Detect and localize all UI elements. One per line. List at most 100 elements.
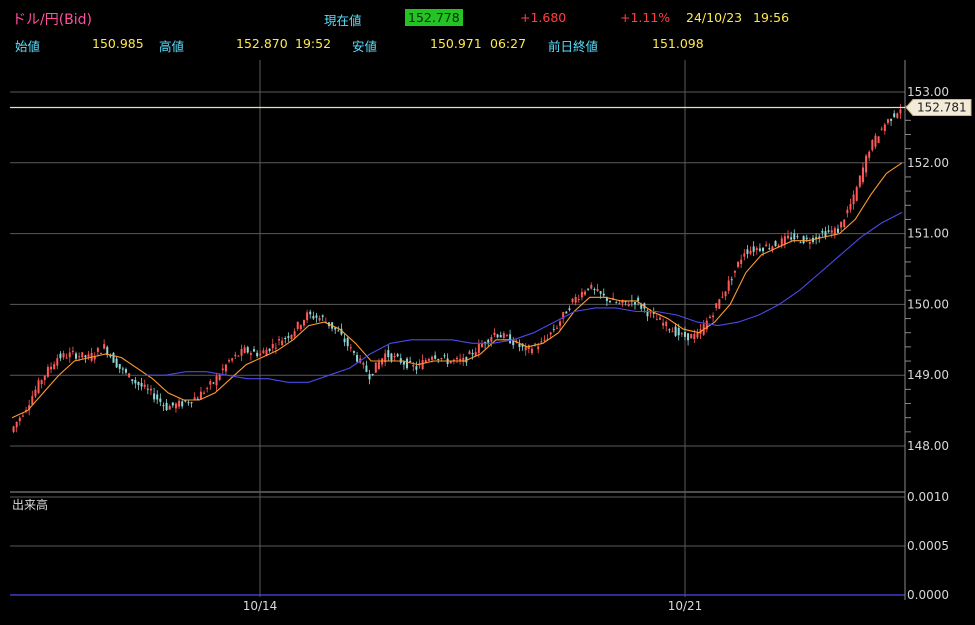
candle-body bbox=[115, 358, 118, 368]
candle-body bbox=[743, 253, 746, 257]
candle-body bbox=[156, 394, 159, 400]
candle-body bbox=[337, 330, 340, 332]
candle-body bbox=[402, 361, 405, 365]
candle-body bbox=[858, 175, 861, 187]
candle-body bbox=[468, 351, 471, 355]
candle-body bbox=[253, 349, 256, 352]
candle-body bbox=[224, 364, 227, 372]
candle-body bbox=[559, 321, 562, 326]
candle-body bbox=[193, 397, 196, 400]
candle-body bbox=[780, 238, 783, 246]
candle-body bbox=[899, 109, 902, 114]
candle-body bbox=[393, 356, 396, 358]
candle-body bbox=[637, 297, 640, 301]
candle-body bbox=[821, 231, 824, 233]
candle-body bbox=[174, 403, 177, 409]
candles bbox=[12, 104, 902, 434]
price-y-axis: 148.00 149.00 150.00 151.00 152.00 153.00 bbox=[904, 60, 949, 600]
date-tick-label: 10/14 bbox=[243, 599, 278, 613]
candle-body bbox=[228, 360, 231, 362]
candle-body bbox=[356, 354, 359, 362]
candle-body bbox=[593, 289, 596, 291]
candle-body bbox=[287, 336, 290, 338]
candle-body bbox=[315, 315, 318, 318]
candle-body bbox=[409, 361, 412, 363]
candle-body bbox=[708, 316, 711, 319]
candle-body bbox=[808, 241, 811, 244]
candle-body bbox=[293, 331, 296, 337]
candle-body bbox=[56, 358, 59, 366]
price-tick-label: 151.00 bbox=[907, 227, 949, 241]
candle-body bbox=[662, 322, 665, 326]
candle-body bbox=[740, 259, 743, 264]
candle-body bbox=[883, 124, 886, 131]
candle-body bbox=[203, 392, 206, 394]
candle-body bbox=[524, 346, 527, 351]
candle-body bbox=[774, 240, 777, 247]
candle-body bbox=[456, 357, 458, 360]
candle-body bbox=[46, 366, 49, 377]
candle-body bbox=[687, 333, 690, 341]
candle-body bbox=[843, 219, 846, 227]
price-tick-label: 150.00 bbox=[907, 297, 949, 311]
candle-body bbox=[377, 361, 380, 370]
candle-body bbox=[861, 167, 864, 183]
candle-body bbox=[886, 119, 889, 123]
candle-body bbox=[143, 384, 146, 387]
candle-body bbox=[599, 291, 602, 294]
candle-body bbox=[721, 296, 724, 298]
price-tag-label: 152.781 bbox=[917, 101, 967, 115]
candle-body bbox=[181, 401, 184, 407]
candle-body bbox=[53, 364, 56, 370]
candle-body bbox=[749, 250, 752, 254]
candle-body bbox=[221, 368, 224, 371]
candle-body bbox=[437, 359, 440, 361]
candle-body bbox=[683, 332, 686, 337]
volume-tick-label: 0.0010 bbox=[907, 490, 949, 504]
date-tick-label: 10/21 bbox=[668, 599, 703, 613]
candle-body bbox=[840, 221, 843, 228]
price-tag: 152.781 bbox=[10, 99, 972, 117]
candle-body bbox=[103, 344, 106, 349]
candle-body bbox=[655, 319, 658, 321]
candle-body bbox=[312, 316, 315, 319]
volume-tick-label: 0.0000 bbox=[907, 588, 949, 602]
candle-body bbox=[18, 417, 21, 422]
candle-body bbox=[112, 352, 115, 363]
candle-body bbox=[62, 353, 65, 358]
candle-body bbox=[412, 364, 415, 367]
candle-body bbox=[171, 402, 174, 406]
candle-body bbox=[880, 128, 883, 130]
candle-body bbox=[84, 355, 87, 358]
candle-body bbox=[658, 317, 661, 320]
candle-body bbox=[602, 293, 605, 296]
candle-body bbox=[187, 402, 190, 404]
candle-body bbox=[168, 406, 171, 410]
candle-body bbox=[490, 337, 493, 342]
candle-body bbox=[799, 242, 802, 244]
candle-body bbox=[846, 209, 849, 214]
candle-body bbox=[43, 375, 46, 380]
series-lines bbox=[11, 162, 903, 419]
candle-body bbox=[212, 382, 215, 384]
candle-body bbox=[40, 380, 43, 385]
candle-body bbox=[262, 350, 265, 354]
candle-body bbox=[543, 339, 546, 341]
candle-body bbox=[259, 353, 262, 356]
candle-body bbox=[587, 288, 590, 290]
candle-body bbox=[153, 393, 156, 400]
candle-body bbox=[577, 299, 580, 301]
candle-body bbox=[215, 376, 218, 386]
price-chart[interactable]: 148.00 149.00 150.00 151.00 152.00 153.00 0.0… bbox=[0, 0, 975, 625]
candle-body bbox=[371, 373, 374, 376]
candle-body bbox=[149, 388, 152, 391]
candle-body bbox=[549, 332, 552, 335]
candle-body bbox=[296, 321, 299, 329]
candle-body bbox=[802, 236, 805, 244]
candle-body bbox=[790, 237, 793, 240]
candle-body bbox=[390, 353, 393, 361]
candle-body bbox=[480, 343, 483, 348]
candle-body bbox=[493, 332, 496, 336]
candle-body bbox=[271, 344, 274, 349]
candle-body bbox=[421, 360, 424, 370]
